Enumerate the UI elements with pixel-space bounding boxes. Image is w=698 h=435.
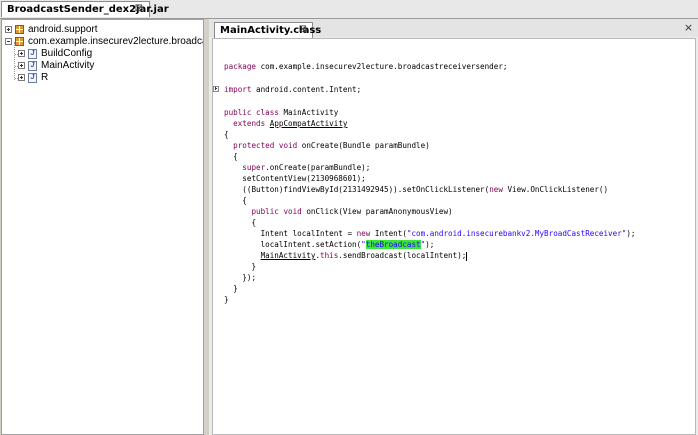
code-line: {: [251, 218, 257, 227]
jar-file-tab[interactable]: BroadcastSender_dex2jar.jar ⊠: [1, 1, 169, 17]
code-line-onclick: public void onClick(View paramAnonymousV…: [251, 207, 453, 216]
code-line: }: [251, 262, 257, 271]
mainactivity-link[interactable]: MainActivity: [261, 251, 316, 260]
java-class-icon: J: [28, 72, 37, 83]
tree-item-label: BuildConfig: [41, 48, 93, 59]
tree-item-r[interactable]: J R: [18, 71, 48, 84]
code-line-setcontentview: setContentView(2130968601);: [242, 174, 366, 183]
code-line: {: [224, 130, 229, 139]
code-line-setaction: localIntent.setAction("theBroadcast");: [260, 240, 435, 249]
code-line: {: [242, 196, 247, 205]
highlighted-action-string[interactable]: theBroadcast: [365, 240, 421, 249]
tree-item-label: android.support: [28, 24, 98, 35]
code-line-extends: extends AppCompatActivity: [233, 119, 348, 128]
code-line: });: [242, 273, 257, 282]
expand-icon[interactable]: [18, 62, 25, 69]
expand-icon[interactable]: [18, 50, 25, 57]
text-caret: [466, 251, 468, 261]
editor-panel: MainActivity.class ⊠ × package com.examp…: [209, 19, 698, 435]
package-icon: [15, 25, 24, 34]
tree-item-label: com.example.insecurev2lecture.broadcastr…: [28, 36, 203, 47]
jar-tab-bar: BroadcastSender_dex2jar.jar ⊠: [0, 0, 698, 19]
jar-tab-title: BroadcastSender_dex2jar.jar: [7, 4, 169, 15]
close-editor-icon[interactable]: ×: [683, 22, 694, 33]
expand-icon[interactable]: [18, 74, 25, 81]
code-line-class-decl: public class MainActivity: [224, 108, 339, 117]
editor-gutter: [213, 39, 221, 434]
source-code-view[interactable]: package com.example.insecurev2lecture.br…: [212, 38, 696, 435]
superclass-link[interactable]: AppCompatActivity: [270, 119, 348, 128]
code-line-intent: Intent localIntent = new Intent("com.and…: [260, 229, 636, 238]
code-line: }: [224, 295, 229, 304]
java-class-icon: J: [28, 60, 37, 71]
tree-item-label: MainActivity: [41, 60, 95, 71]
code-line-oncreate: protected void onCreate(Bundle paramBund…: [233, 141, 430, 150]
code-line-super: super.onCreate(paramBundle);: [242, 163, 371, 172]
fold-imports-icon[interactable]: [213, 86, 219, 92]
java-class-icon: J: [28, 48, 37, 59]
expand-icon[interactable]: [5, 26, 12, 33]
close-jar-tab-icon[interactable]: ⊠: [135, 3, 143, 14]
code-line-sendbroadcast: MainActivity.this.sendBroadcast(localInt…: [260, 251, 468, 261]
code-line: {: [233, 152, 238, 161]
code-line-import: import android.content.Intent;: [224, 85, 362, 94]
tab-mainactivity-class[interactable]: MainActivity.class ⊠: [214, 22, 321, 38]
editor-tab-bar: MainActivity.class ⊠ ×: [209, 19, 698, 38]
collapse-icon[interactable]: [5, 38, 12, 45]
package-icon: [15, 37, 24, 46]
code-line-package: package com.example.insecurev2lecture.br…: [224, 62, 508, 71]
tree-item-label: R: [41, 72, 49, 83]
code-line-setonclick: ((Button)findViewById(2131492945)).setOn…: [242, 185, 609, 194]
code-line: }: [233, 284, 238, 293]
package-tree-panel[interactable]: android.support com.example.insecurev2le…: [1, 19, 204, 435]
close-class-tab-icon[interactable]: ⊠: [299, 24, 307, 35]
